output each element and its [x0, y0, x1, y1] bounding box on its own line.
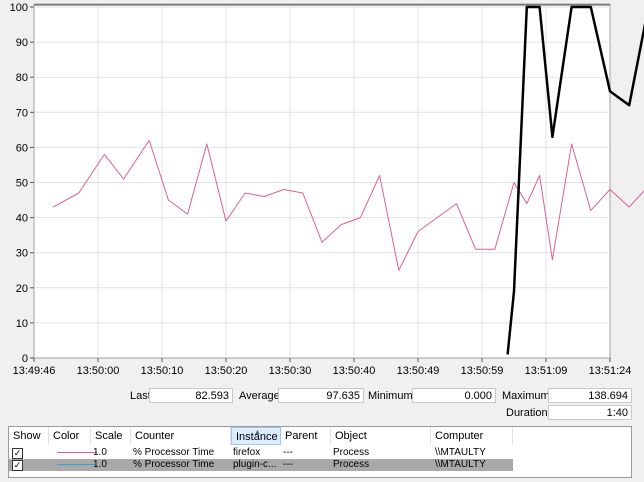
x-tick-label: 13:51:24 [589, 365, 632, 377]
table-row[interactable]: ✓ 1.0 % Processor Time firefox --- Proce… [9, 447, 513, 459]
minimum-label: Minimum [368, 390, 413, 402]
table-row[interactable]: ✓ 1.0 % Processor Time plugin-c... --- P… [9, 459, 513, 471]
show-checkbox[interactable]: ✓ [12, 460, 23, 471]
y-tick-label: 80 [16, 72, 28, 84]
duration-value: 1:40 [548, 405, 632, 420]
computer-cell: \\MTAULTY [435, 447, 486, 458]
instance-cell: plugin-c... [233, 459, 277, 470]
column-header-computer[interactable]: Computer [431, 427, 513, 445]
parent-cell: --- [283, 447, 293, 458]
y-tick-label: 60 [16, 142, 28, 154]
counter-cell: % Processor Time [133, 459, 215, 470]
average-label: Average [239, 390, 280, 402]
x-tick-label: 13:50:00 [77, 365, 120, 377]
column-header-object[interactable]: Object [331, 427, 431, 445]
x-tick-label: 13:50:20 [205, 365, 248, 377]
computer-cell: \\MTAULTY [435, 459, 486, 470]
counter-cell: % Processor Time [133, 447, 215, 458]
sort-ascending-icon: ▲ [254, 429, 261, 436]
parent-cell: --- [283, 459, 293, 470]
x-tick-label: 13:50:49 [397, 365, 440, 377]
color-swatch [57, 464, 97, 465]
y-tick-label: 20 [16, 283, 28, 295]
scale-cell: 1.0 [93, 459, 107, 470]
x-tick-label: 13:49:46 [13, 365, 56, 377]
object-cell: Process [333, 459, 370, 470]
object-cell: Process [333, 447, 370, 458]
x-tick-label: 13:50:30 [269, 365, 312, 377]
column-header-show[interactable]: Show [9, 427, 49, 445]
average-value: 97.635 [278, 388, 364, 403]
y-tick-label: 40 [16, 213, 28, 225]
column-header-counter[interactable]: Counter [131, 427, 231, 445]
scale-cell: 1.0 [93, 447, 107, 458]
y-tick-label: 70 [16, 107, 28, 119]
column-header-color[interactable]: Color [49, 427, 91, 445]
duration-label: Duration [506, 407, 548, 419]
y-tick-label: 30 [16, 248, 28, 260]
y-tick-label: 100 [10, 2, 28, 14]
last-label: Last [130, 390, 151, 402]
color-swatch [57, 452, 97, 453]
x-tick-label: 13:51:09 [525, 365, 568, 377]
statistics-bar: Last 82.593 Average 97.635 Minimum 0.000… [0, 386, 644, 422]
counter-table: Show Color Scale Counter ▲ Instance Pare… [8, 426, 632, 478]
performance-chart: 0 10 20 30 40 50 60 70 80 90 100 13:49:46 13:50:00 13… [10, 2, 644, 377]
column-header-instance[interactable]: ▲ Instance [231, 427, 281, 445]
y-tick-label: 90 [16, 37, 28, 49]
maximum-value: 138.694 [548, 388, 632, 403]
column-header-parent[interactable]: Parent [281, 427, 331, 445]
instance-cell: firefox [233, 447, 261, 458]
column-header-scale[interactable]: Scale [91, 427, 131, 445]
last-value: 82.593 [149, 388, 233, 403]
y-tick-label: 10 [16, 318, 28, 330]
y-tick-label: 50 [16, 178, 28, 190]
y-tick-label: 0 [22, 353, 28, 365]
x-tick-label: 13:50:59 [461, 365, 504, 377]
show-checkbox[interactable]: ✓ [12, 448, 23, 459]
maximum-label: Maximum [502, 390, 550, 402]
x-tick-label: 13:50:10 [141, 365, 184, 377]
x-tick-label: 13:50:40 [333, 365, 376, 377]
minimum-value: 0.000 [412, 388, 496, 403]
